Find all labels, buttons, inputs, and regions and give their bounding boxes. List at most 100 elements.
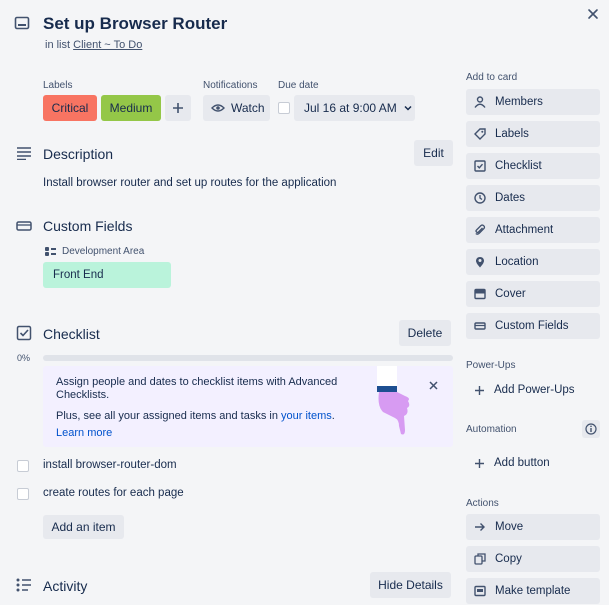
- powerups-heading: Power-Ups: [466, 360, 516, 371]
- labels-label: Labels: [495, 128, 529, 140]
- due-date-button[interactable]: Jul 16 at 9:00 AM: [294, 95, 415, 121]
- advanced-checklists-promo: Assign people and dates to checklist ite…: [43, 366, 453, 447]
- description-title: Description: [43, 146, 114, 162]
- card-icon: [14, 15, 30, 34]
- watch-label: Watch: [231, 101, 265, 115]
- hide-details-button[interactable]: Hide Details: [370, 572, 451, 598]
- label-medium[interactable]: Medium: [101, 95, 161, 121]
- labels-heading: Labels: [43, 80, 73, 91]
- checklist-label: Checklist: [495, 160, 542, 172]
- members-button[interactable]: Members: [466, 89, 600, 115]
- label-critical-text: Critical: [51, 101, 89, 115]
- checklist-item-text[interactable]: create routes for each page: [43, 487, 184, 499]
- edit-label: Edit: [423, 146, 444, 160]
- checklist-item-text[interactable]: install browser-router-dom: [43, 459, 177, 471]
- copy-label: Copy: [495, 553, 522, 565]
- copy-icon: [474, 553, 486, 565]
- close-icon: [428, 380, 438, 390]
- promo-text-2-suffix: .: [331, 410, 335, 422]
- due-date-value: Jul 16 at 9:00 AM: [304, 101, 397, 115]
- custom-fields-label: Custom Fields: [495, 320, 569, 332]
- arrow-right-icon: [475, 523, 485, 531]
- add-powerups-button[interactable]: Add Power-Ups: [466, 377, 600, 403]
- custom-fields-title: Custom Fields: [43, 218, 133, 234]
- checklist-title[interactable]: Checklist: [43, 326, 100, 342]
- promo-text-2-prefix: Plus, see all your assigned items and ta…: [56, 410, 282, 422]
- dates-button[interactable]: Dates: [466, 185, 600, 211]
- add-label-button[interactable]: [165, 95, 191, 121]
- field-icon: [474, 322, 486, 330]
- checkbox-icon: [474, 160, 486, 172]
- make-template-button[interactable]: Make template: [466, 578, 600, 604]
- field-name-row: Development Area: [45, 246, 144, 257]
- chevron-down-icon: [404, 105, 412, 111]
- due-date-checkbox[interactable]: [278, 102, 290, 114]
- attachment-button[interactable]: Attachment: [466, 217, 600, 243]
- checklist-delete-button[interactable]: Delete: [399, 320, 451, 346]
- dates-label: Dates: [495, 192, 526, 204]
- actions-heading: Actions: [466, 498, 499, 509]
- promo-close-button[interactable]: [426, 378, 440, 392]
- activity-icon: [16, 578, 32, 595]
- progress-bar: [43, 355, 453, 361]
- list-name-link[interactable]: Client ~ To Do: [73, 39, 142, 51]
- plus-icon: [173, 103, 183, 113]
- pointing-hand-icon: [377, 366, 410, 435]
- delete-label: Delete: [407, 326, 443, 340]
- move-label: Move: [495, 521, 524, 533]
- list-info: in list Client ~ To Do: [45, 39, 142, 51]
- attachment-label: Attachment: [495, 224, 554, 236]
- copy-button[interactable]: Copy: [466, 546, 600, 572]
- members-label: Members: [495, 96, 543, 108]
- automation-info-button[interactable]: [582, 420, 600, 438]
- add-to-card-heading: Add to card: [466, 72, 518, 83]
- learn-more-link[interactable]: Learn more: [56, 427, 112, 439]
- checklist-button[interactable]: Checklist: [466, 153, 600, 179]
- make-template-label: Make template: [495, 585, 571, 597]
- checklist-item-checkbox[interactable]: [17, 488, 29, 500]
- notifications-heading: Notifications: [203, 80, 258, 91]
- pin-icon: [475, 257, 485, 268]
- field-name: Development Area: [62, 246, 145, 257]
- custom-fields-icon: [16, 220, 32, 235]
- hide-details-label: Hide Details: [378, 578, 443, 592]
- field-value-select[interactable]: Front End: [43, 262, 171, 288]
- close-button[interactable]: [584, 5, 602, 23]
- add-button-label: Add button: [494, 457, 550, 469]
- checklist-icon: [16, 325, 32, 344]
- progress-percent: 0%: [17, 353, 31, 363]
- label-critical[interactable]: Critical: [43, 95, 97, 121]
- info-icon: [585, 423, 597, 435]
- field-grid-icon: [45, 247, 56, 256]
- checklist-item-checkbox[interactable]: [17, 460, 29, 472]
- due-date-heading: Due date: [278, 80, 319, 91]
- promo-text-2: Plus, see all your assigned items and ta…: [56, 410, 335, 422]
- watch-button[interactable]: Watch: [203, 95, 270, 121]
- add-button-button[interactable]: Add button: [466, 450, 600, 476]
- card-title[interactable]: Set up Browser Router: [43, 14, 227, 34]
- close-icon: [588, 9, 598, 19]
- custom-fields-button[interactable]: Custom Fields: [466, 313, 600, 339]
- labels-button[interactable]: Labels: [466, 121, 600, 147]
- add-item-button[interactable]: Add an item: [43, 515, 124, 539]
- plus-icon: [475, 458, 484, 468]
- move-button[interactable]: Move: [466, 514, 600, 540]
- paperclip-icon: [475, 224, 486, 235]
- description-edit-button[interactable]: Edit: [414, 140, 453, 166]
- cover-button[interactable]: Cover: [466, 281, 600, 307]
- your-items-link[interactable]: your items: [281, 410, 332, 422]
- activity-title: Activity: [43, 578, 88, 594]
- person-icon: [474, 96, 486, 108]
- eye-icon: [211, 104, 225, 112]
- location-button[interactable]: Location: [466, 249, 600, 275]
- description-icon: [16, 146, 32, 163]
- promo-text-1: Assign people and dates to checklist ite…: [56, 376, 338, 401]
- plus-icon: [475, 385, 484, 395]
- add-item-label: Add an item: [51, 520, 116, 534]
- tag-icon: [474, 128, 486, 140]
- template-icon: [474, 585, 486, 597]
- cover-label: Cover: [495, 288, 526, 300]
- add-powerups-label: Add Power-Ups: [494, 384, 575, 396]
- cover-icon: [474, 288, 486, 300]
- description-text[interactable]: Install browser router and set up routes…: [43, 177, 336, 189]
